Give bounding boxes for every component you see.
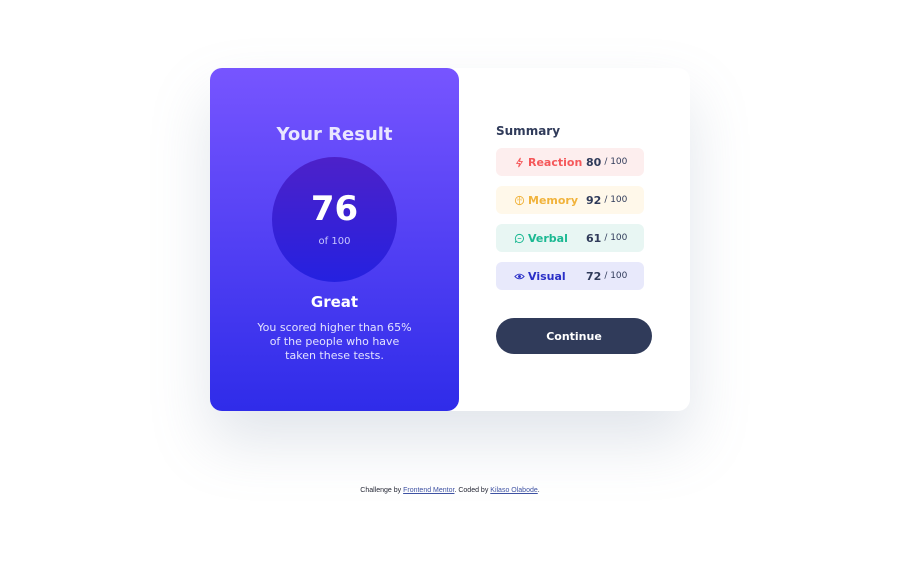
summary-item-score: 92 (586, 193, 602, 207)
brain-icon (513, 194, 525, 206)
summary-item-reaction: Reaction 80 / 100 (496, 148, 644, 176)
attribution-middle: . Coded by (454, 487, 489, 494)
summary-item-max: / 100 (604, 195, 628, 205)
summary-item-max: / 100 (604, 233, 628, 243)
summary-panel: Summary Reaction 80 / 100 Memory 92 / 10… (459, 68, 690, 411)
attribution: Challenge by Frontend Mentor. Coded by K… (0, 487, 900, 494)
summary-list: Reaction 80 / 100 Memory 92 / 100 Verbal… (496, 148, 690, 290)
result-panel: Your Result 76 of 100 Great You scored h… (210, 68, 459, 411)
summary-item-verbal: Verbal 61 / 100 (496, 224, 644, 252)
summary-item-visual: Visual 72 / 100 (496, 262, 644, 290)
summary-item-label: Visual (528, 269, 566, 283)
score-value: 76 (310, 189, 359, 229)
score-circle: 76 of 100 (272, 157, 397, 282)
summary-item-max: / 100 (604, 271, 628, 281)
summary-item-label: Memory (528, 193, 579, 207)
lightning-icon (513, 156, 525, 168)
score-max-label: of 100 (318, 236, 351, 247)
eye-icon (513, 270, 525, 282)
summary-item-label: Reaction (528, 155, 583, 169)
results-card: Your Result 76 of 100 Great You scored h… (210, 68, 690, 411)
continue-button[interactable]: Continue (496, 318, 652, 354)
attribution-prefix: Challenge by (360, 487, 402, 494)
frontend-mentor-link[interactable]: Frontend Mentor (403, 487, 454, 494)
summary-item-max: / 100 (604, 157, 628, 167)
page: Your Result 76 of 100 Great You scored h… (0, 0, 900, 563)
summary-item-score: 61 (586, 231, 602, 245)
author-link[interactable]: Kilaso Olabode (490, 487, 537, 494)
chat-bubble-icon (513, 232, 525, 244)
grade-label: Great (310, 293, 359, 311)
result-title: Your Result (276, 124, 393, 145)
attribution-suffix: . (537, 487, 540, 494)
summary-title: Summary (496, 124, 561, 138)
summary-item-score: 80 (586, 155, 602, 169)
summary-item-label: Verbal (528, 231, 568, 245)
result-description: You scored higher than 65% of the people… (257, 321, 412, 362)
summary-item-score: 72 (586, 269, 602, 283)
summary-item-memory: Memory 92 / 100 (496, 186, 644, 214)
